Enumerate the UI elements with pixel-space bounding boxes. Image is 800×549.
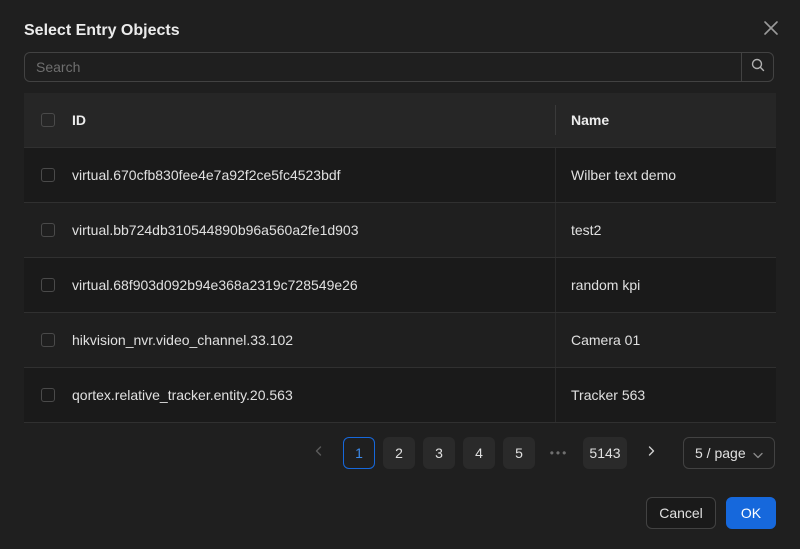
table-row[interactable]: virtual.bb724db310544890b96a560a2fe1d903… bbox=[24, 203, 776, 258]
table-row[interactable]: qortex.relative_tracker.entity.20.563 Tr… bbox=[24, 368, 776, 423]
row-checkbox[interactable] bbox=[41, 223, 55, 237]
row-id: virtual.68f903d092b94e368a2319c728549e26 bbox=[72, 277, 358, 293]
cell-divider bbox=[555, 148, 556, 202]
prev-page-button[interactable] bbox=[303, 437, 335, 469]
column-divider bbox=[555, 105, 556, 135]
page-size-select[interactable]: 5 / page bbox=[683, 437, 775, 469]
row-checkbox[interactable] bbox=[41, 388, 55, 402]
page-button-last[interactable]: 5143 bbox=[583, 437, 627, 469]
row-checkbox[interactable] bbox=[41, 168, 55, 182]
cell-divider bbox=[555, 258, 556, 312]
row-id: virtual.670cfb830fee4e7a92f2ce5fc4523bdf bbox=[72, 167, 341, 183]
page-button-1[interactable]: 1 bbox=[343, 437, 375, 469]
pagination: 1 2 3 4 5 ••• 5143 5 / page bbox=[0, 437, 800, 469]
search-button[interactable] bbox=[741, 53, 773, 81]
table-row[interactable]: virtual.68f903d092b94e368a2319c728549e26… bbox=[24, 258, 776, 313]
column-header-name: Name bbox=[571, 112, 610, 128]
cell-divider bbox=[555, 313, 556, 367]
row-name: Camera 01 bbox=[571, 332, 641, 348]
row-id: virtual.bb724db310544890b96a560a2fe1d903 bbox=[72, 222, 359, 238]
close-icon[interactable] bbox=[761, 18, 781, 38]
column-header-id: ID bbox=[72, 112, 86, 128]
page-button-2[interactable]: 2 bbox=[383, 437, 415, 469]
row-id: hikvision_nvr.video_channel.33.102 bbox=[72, 332, 294, 348]
chevron-left-icon bbox=[313, 444, 325, 462]
cell-divider bbox=[555, 203, 556, 257]
table-row[interactable]: hikvision_nvr.video_channel.33.102 Camer… bbox=[24, 313, 776, 368]
page-button-5[interactable]: 5 bbox=[503, 437, 535, 469]
table-row[interactable]: virtual.670cfb830fee4e7a92f2ce5fc4523bdf… bbox=[24, 148, 776, 203]
row-checkbox[interactable] bbox=[41, 333, 55, 347]
dialog-title: Select Entry Objects bbox=[24, 22, 180, 39]
next-page-button[interactable] bbox=[635, 437, 667, 469]
row-name: test2 bbox=[571, 222, 602, 238]
select-all-checkbox[interactable] bbox=[41, 113, 55, 127]
row-checkbox[interactable] bbox=[41, 278, 55, 292]
chevron-down-icon bbox=[752, 448, 764, 464]
row-id: qortex.relative_tracker.entity.20.563 bbox=[72, 387, 293, 403]
search-icon bbox=[751, 58, 765, 77]
ok-button[interactable]: OK bbox=[726, 497, 776, 529]
page-size-value: 5 / page bbox=[695, 445, 746, 461]
page-ellipsis[interactable]: ••• bbox=[543, 437, 575, 469]
row-name: Wilber text demo bbox=[571, 167, 677, 183]
cell-divider bbox=[555, 368, 556, 422]
cancel-button[interactable]: Cancel bbox=[646, 497, 716, 529]
search-input[interactable] bbox=[25, 53, 741, 81]
table-header: ID Name bbox=[24, 93, 776, 148]
chevron-right-icon bbox=[645, 444, 657, 462]
row-name: random kpi bbox=[571, 277, 641, 293]
entry-table: ID Name virtual.670cfb830fee4e7a92f2ce5f… bbox=[24, 93, 776, 423]
search-box bbox=[24, 52, 774, 82]
select-entry-objects-dialog: Select Entry Objects ID Name virtual.670… bbox=[0, 0, 800, 549]
page-button-3[interactable]: 3 bbox=[423, 437, 455, 469]
row-name: Tracker 563 bbox=[571, 387, 646, 403]
page-button-4[interactable]: 4 bbox=[463, 437, 495, 469]
